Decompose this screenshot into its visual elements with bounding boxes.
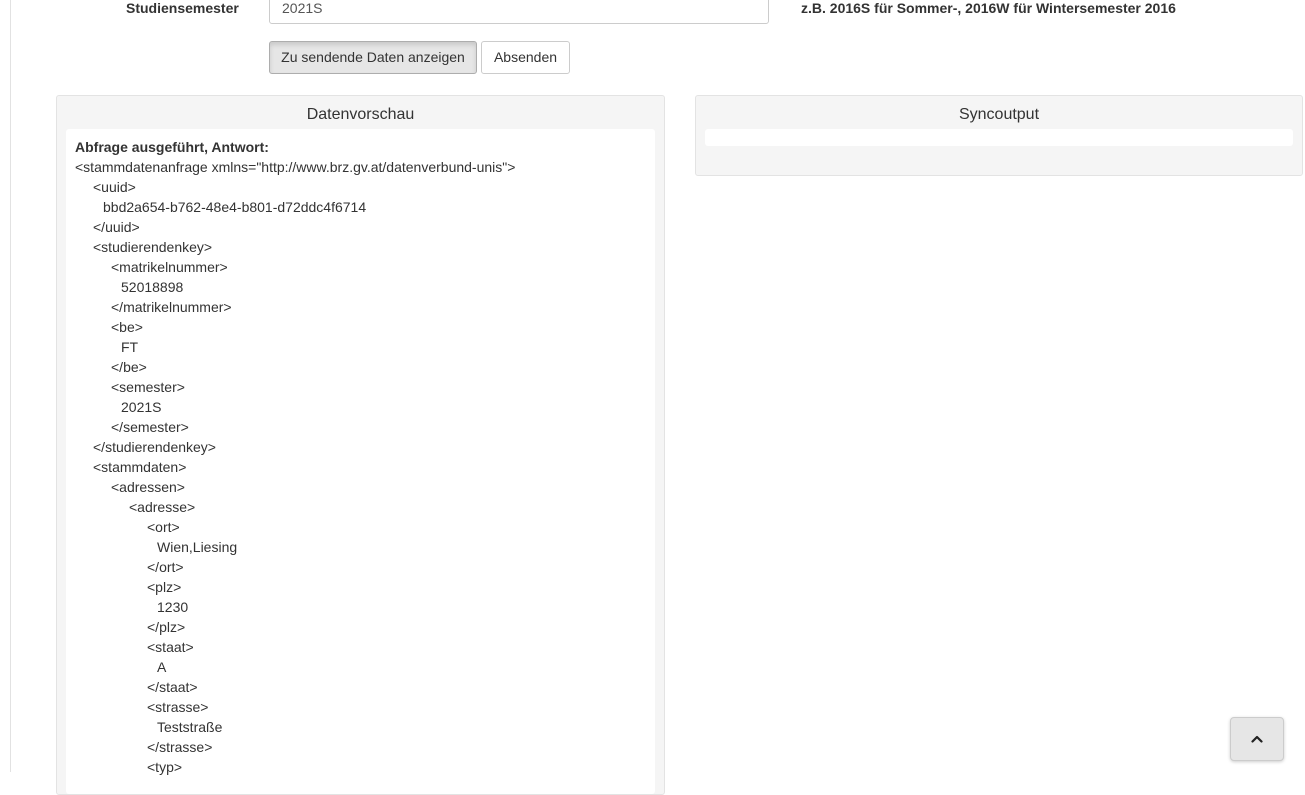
result-heading: Abfrage ausgeführt, Antwort: bbox=[75, 139, 269, 155]
xml-line: bbd2a654-b762-48e4-b801-d72ddc4f6714 bbox=[103, 199, 367, 215]
send-button[interactable]: Absenden bbox=[481, 41, 570, 74]
xml-line: <typ> bbox=[147, 759, 183, 775]
xml-line: </matrikelnummer> bbox=[111, 299, 232, 315]
xml-line: <stammdatenanfrage xmlns="http://www.brz… bbox=[75, 159, 516, 175]
chevron-up-icon bbox=[1251, 735, 1263, 743]
xml-line: <studierendenkey> bbox=[93, 239, 213, 255]
xml-line: 2021S bbox=[121, 399, 162, 415]
xml-line: <ort> bbox=[147, 519, 180, 535]
xml-line: <semester> bbox=[111, 379, 185, 395]
xml-line: <be> bbox=[111, 319, 143, 335]
xml-line: Wien,Liesing bbox=[157, 539, 238, 555]
scroll-to-top-button[interactable] bbox=[1230, 717, 1284, 761]
xml-line: </staat> bbox=[147, 679, 198, 695]
xml-line: </semester> bbox=[111, 419, 189, 435]
sync-panel: Syncoutput bbox=[695, 95, 1303, 176]
preview-panel-title: Datenvorschau bbox=[306, 106, 415, 123]
xml-line: </strasse> bbox=[147, 739, 213, 755]
sync-panel-title: Syncoutput bbox=[958, 106, 1040, 123]
xml-line: <stammdaten> bbox=[93, 459, 187, 475]
xml-line: <adressen> bbox=[111, 479, 185, 495]
left-divider bbox=[10, 0, 11, 772]
xml-line: 52018898 bbox=[121, 279, 184, 295]
xml-line: </ort> bbox=[147, 559, 184, 575]
xml-line: </be> bbox=[111, 359, 147, 375]
xml-line: </plz> bbox=[147, 619, 186, 635]
semester-help-text: z.B. 2016S für Sommer-, 2016W für Winter… bbox=[801, 0, 1176, 16]
xml-line: Teststraße bbox=[157, 719, 223, 735]
xml-line: <strasse> bbox=[147, 699, 209, 715]
xml-line: <matrikelnummer> bbox=[111, 259, 228, 275]
xml-line: <adresse> bbox=[129, 499, 196, 515]
sync-output bbox=[705, 129, 1293, 146]
xml-line: 1230 bbox=[157, 599, 189, 615]
xml-line: <plz> bbox=[147, 579, 182, 595]
xml-line: </studierendenkey> bbox=[93, 439, 216, 455]
semester-label: Studiensemester bbox=[126, 0, 239, 16]
xml-line: <uuid> bbox=[93, 179, 136, 195]
preview-panel-body: Abfrage ausgeführt, Antwort: <stammdaten… bbox=[66, 129, 655, 794]
xml-line: <staat> bbox=[147, 639, 194, 655]
preview-panel: Datenvorschau Abfrage ausgeführt, Antwor… bbox=[56, 95, 665, 795]
xml-line: </uuid> bbox=[93, 219, 140, 235]
show-data-button[interactable]: Zu sendende Daten anzeigen bbox=[269, 41, 477, 74]
semester-input[interactable]: 2021S bbox=[269, 0, 769, 24]
xml-line: A bbox=[157, 659, 167, 675]
xml-line: FT bbox=[121, 339, 139, 355]
